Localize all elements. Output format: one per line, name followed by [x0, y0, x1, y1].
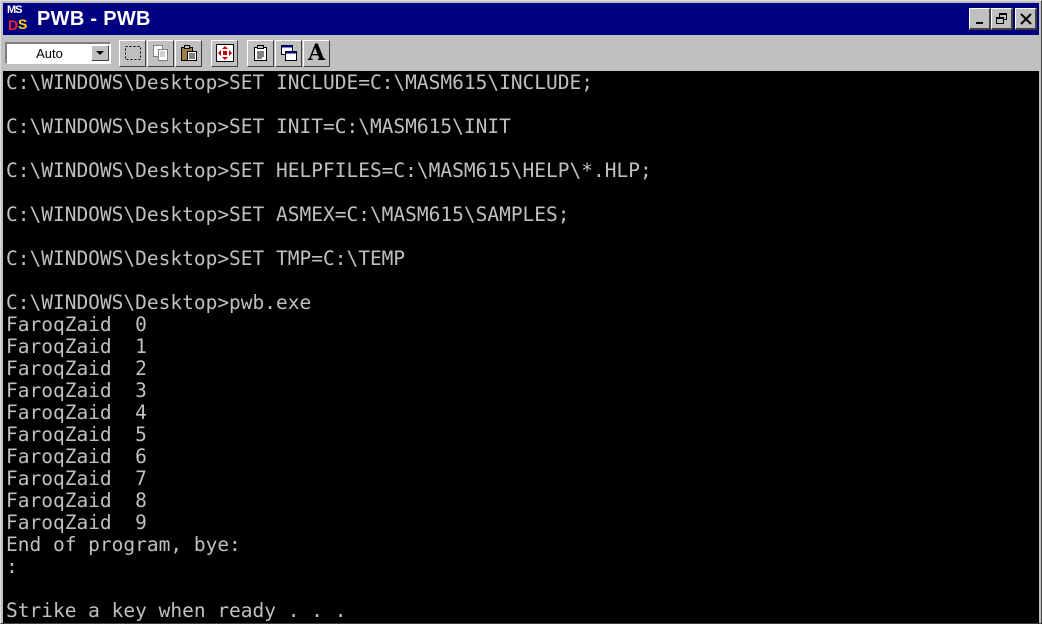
- close-button[interactable]: [1015, 8, 1037, 30]
- pwb-window: MS D S PWB - PWB Auto A C:\WINDOWS\Deskt…: [0, 0, 1042, 624]
- title-bar[interactable]: MS D S PWB - PWB: [3, 3, 1039, 35]
- icon-d-text: D: [8, 17, 19, 33]
- properties-button[interactable]: [247, 39, 274, 67]
- paste-icon: [180, 45, 197, 61]
- copy-button[interactable]: [147, 39, 174, 67]
- console-line: FaroqZaid 9: [6, 511, 147, 534]
- console-line: FaroqZaid 6: [6, 445, 147, 468]
- properties-icon: [253, 45, 267, 61]
- console-line: C:\WINDOWS\Desktop>SET INCLUDE=C:\MASM61…: [6, 71, 593, 94]
- minimize-button[interactable]: [969, 8, 991, 30]
- console-line: FaroqZaid 8: [6, 489, 147, 512]
- edit-tool-group: [119, 39, 203, 67]
- console-line: FaroqZaid 0: [6, 313, 147, 336]
- restore-icon: [995, 12, 1007, 24]
- console-line: Strike a key when ready . . .: [6, 599, 347, 622]
- mark-icon: [124, 46, 141, 60]
- console-output[interactable]: C:\WINDOWS\Desktop>SET INCLUDE=C:\MASM61…: [3, 71, 1039, 623]
- window-controls: [969, 8, 1037, 30]
- background-icon: [280, 45, 297, 61]
- window-title: PWB - PWB: [37, 7, 151, 30]
- mark-button[interactable]: [119, 39, 146, 67]
- settings-tool-group: A: [247, 39, 331, 67]
- chevron-down-icon[interactable]: [91, 45, 109, 61]
- paste-button[interactable]: [175, 39, 202, 67]
- toolbar: Auto A: [3, 37, 1039, 69]
- fullscreen-button[interactable]: [211, 39, 238, 67]
- console-line: FaroqZaid 1: [6, 335, 147, 358]
- console-line: FaroqZaid 3: [6, 379, 147, 402]
- font-icon: A: [307, 40, 326, 66]
- ms-dos-icon[interactable]: MS D S: [5, 4, 33, 34]
- fullscreen-icon: [215, 44, 234, 62]
- console-line: C:\WINDOWS\Desktop>pwb.exe: [6, 291, 312, 314]
- minimize-icon: [975, 21, 983, 24]
- icon-s-text: S: [18, 16, 28, 32]
- console-line: C:\WINDOWS\Desktop>SET INIT=C:\MASM615\I…: [6, 115, 511, 138]
- view-tool-group: [211, 39, 239, 67]
- close-icon: [1019, 12, 1032, 25]
- background-button[interactable]: [275, 39, 302, 67]
- icon-ms-text: MS: [7, 4, 22, 16]
- console-line: C:\WINDOWS\Desktop>SET ASMEX=C:\MASM615\…: [6, 203, 570, 226]
- font-button[interactable]: A: [303, 39, 330, 67]
- copy-icon: [152, 45, 168, 61]
- console-line: FaroqZaid 5: [6, 423, 147, 446]
- console-line: C:\WINDOWS\Desktop>SET TMP=C:\TEMP: [6, 247, 406, 270]
- console-line: :: [6, 555, 18, 578]
- console-line: C:\WINDOWS\Desktop>SET HELPFILES=C:\MASM…: [6, 159, 652, 182]
- font-size-select[interactable]: Auto: [5, 42, 111, 64]
- console-line: End of program, bye:: [6, 533, 241, 556]
- console-line: FaroqZaid 4: [6, 401, 147, 424]
- console-line: FaroqZaid 7: [6, 467, 147, 490]
- console-line: FaroqZaid 2: [6, 357, 147, 380]
- restore-button[interactable]: [991, 8, 1013, 30]
